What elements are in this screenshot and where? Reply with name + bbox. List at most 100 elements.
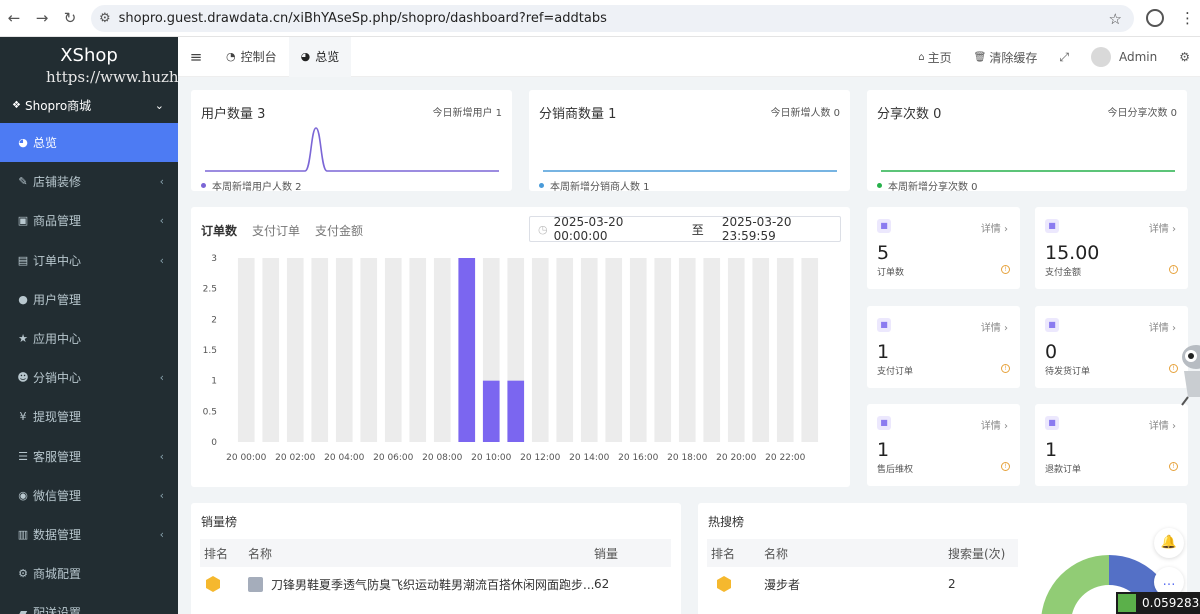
notification-bell-button[interactable]: 🔔 <box>1154 528 1184 558</box>
detail-link[interactable]: 详情 › <box>981 417 1008 432</box>
sidebar-item[interactable]: ▥ 数据管理 ‹ <box>0 515 178 554</box>
home-link[interactable]: ⌂ 主页 <box>918 49 951 66</box>
mini-card-value: 5 <box>877 242 890 264</box>
detail-link[interactable]: 详情 › <box>1149 417 1176 432</box>
bar-background <box>580 258 598 442</box>
sidebar-item-label: 商城配置 <box>33 567 82 582</box>
list-icon: ☰ <box>18 449 28 463</box>
column-header: 排名 <box>711 546 736 561</box>
search-rank-card: 热搜榜 排名 名称 搜索量(次) 漫步者 2 <box>698 503 1187 614</box>
stat-footer-label: 本周新增用户人数 2 <box>212 182 302 193</box>
bar-background <box>629 258 647 442</box>
y-tick-label: 2.5 <box>203 285 217 295</box>
legend-dot <box>539 183 544 188</box>
mini-card-value: 1 <box>1045 439 1058 461</box>
search-rank-title: 热搜榜 <box>708 515 745 529</box>
info-icon[interactable]: ! <box>1001 265 1010 274</box>
browser-profile-icon[interactable] <box>1146 9 1164 27</box>
chevron-left-icon: ‹ <box>159 527 164 541</box>
detail-link[interactable]: 详情 › <box>981 220 1008 235</box>
x-tick-label: 20 00:00 <box>226 453 267 463</box>
sidebar-item-label: 总览 <box>33 136 58 151</box>
sidebar: XShop https://www.huzhan.com/ishop39068 … <box>0 37 178 614</box>
tab-order-count[interactable]: 订单数 <box>201 222 237 239</box>
bar-background <box>654 258 672 442</box>
column-header: 名称 <box>764 546 789 561</box>
address-bar[interactable]: ⚙ shopro.guest.drawdata.cn/xiBhYAseSp.ph… <box>91 5 1134 32</box>
info-icon[interactable]: ! <box>1169 462 1178 471</box>
mini-card-label: 售后维权 <box>877 465 914 475</box>
stat-today: 今日分享次数 0 <box>1107 108 1177 119</box>
chevron-down-icon: ⌄ <box>154 98 164 112</box>
sidebar-item[interactable]: ⚙ 商城配置 <box>0 554 178 593</box>
sidebar-item[interactable]: ✎ 店铺装修 ‹ <box>0 162 178 201</box>
sales-rank-header: 排名 名称 销量 <box>200 539 671 567</box>
table-row[interactable]: 漫步者 2 <box>707 569 1018 599</box>
column-header: 销量 <box>594 546 619 561</box>
tab-overview[interactable]: ◕ 总览 <box>288 36 352 77</box>
sidebar-item[interactable]: ☻ 分销中心 ‹ <box>0 358 178 397</box>
table-row[interactable]: 刀锋男鞋夏季透气防臭飞织运动鞋男潮流百搭休闲网面跑步... 62 <box>200 569 671 599</box>
bar[interactable] <box>507 380 525 442</box>
sidebar-item[interactable]: ☰ 客服管理 ‹ <box>0 437 178 476</box>
x-tick-label: 20 02:00 <box>275 453 316 463</box>
sidebar-item[interactable]: ¥ 提现管理 <box>0 397 178 436</box>
rank-medal-icon <box>206 576 220 592</box>
info-icon[interactable]: ! <box>1001 462 1010 471</box>
fullscreen-button[interactable]: ⤢ <box>1059 50 1069 65</box>
x-tick-label: 20 22:00 <box>765 453 806 463</box>
info-icon[interactable]: ! <box>1001 364 1010 373</box>
tab-paid-orders[interactable]: 支付订单 <box>252 222 300 239</box>
stat-mini-card: ■ 详情 › 5 订单数! <box>867 207 1020 289</box>
shop-selector[interactable]: ❖ Shopro商城 ⌄ <box>0 87 178 123</box>
browser-menu-icon[interactable]: ⋮ <box>1180 9 1195 27</box>
tab-paid-amount[interactable]: 支付金额 <box>315 222 363 239</box>
mini-card-label: 待发货订单 <box>1045 367 1091 377</box>
hamburger-menu-icon[interactable]: ≡ <box>178 48 214 66</box>
tab-console[interactable]: ◔ 控制台 <box>214 37 289 77</box>
forward-icon[interactable]: → <box>28 9 56 27</box>
bar[interactable] <box>458 258 476 442</box>
home-icon: ⌂ <box>918 51 925 63</box>
tab-overview-label: 总览 <box>315 50 340 64</box>
chevron-left-icon: ‹ <box>159 371 164 385</box>
chevron-left-icon: ‹ <box>159 175 164 189</box>
share-sparkline <box>881 170 1175 172</box>
bookmark-star-icon[interactable]: ☆ <box>1109 10 1122 28</box>
sidebar-item[interactable]: ◉ 微信管理 ‹ <box>0 476 178 515</box>
reload-icon[interactable]: ↻ <box>56 9 84 27</box>
product-thumbnail <box>248 576 263 592</box>
detail-link[interactable]: 详情 › <box>1149 319 1176 334</box>
back-icon[interactable]: ← <box>0 9 28 27</box>
users-icon: ☻ <box>17 371 29 385</box>
file-icon: ▤ <box>17 253 29 267</box>
detail-link[interactable]: 详情 › <box>981 319 1008 334</box>
sidebar-item[interactable]: ◕ 总览 <box>0 123 178 163</box>
bar[interactable] <box>482 380 500 442</box>
sidebar-item[interactable]: ▰ 配送设置 <box>0 593 178 614</box>
stat-card-shares: 分享次数 0 今日分享次数 0 本周新增分享次数 0 <box>867 90 1187 193</box>
mini-card-label: 支付金额 <box>1045 268 1082 278</box>
detail-label: 详情 <box>980 323 1001 334</box>
sidebar-item[interactable]: ★ 应用中心 <box>0 319 178 358</box>
y-tick-label: 2 <box>211 315 217 325</box>
date-range-picker[interactable]: ◷ 2025-03-20 00:00:00 至 2025-03-20 23:59… <box>529 215 841 243</box>
sidebar-item[interactable]: ▣ 商品管理 ‹ <box>0 201 178 240</box>
info-icon[interactable]: ! <box>1169 364 1178 373</box>
column-header: 搜索量(次) <box>948 546 1006 561</box>
site-settings-icon[interactable]: ⚙ <box>99 11 111 26</box>
tab-console-label: 控制台 <box>240 50 277 64</box>
detail-link[interactable]: 详情 › <box>1149 220 1176 235</box>
sidebar-item[interactable]: ● 用户管理 <box>0 280 178 319</box>
settings-button[interactable]: ⚙ <box>1179 50 1190 64</box>
sidebar-item[interactable]: ▤ 订单中心 ‹ <box>0 241 178 280</box>
clear-cache-button[interactable]: 🗑 清除缓存 <box>974 49 1038 66</box>
user-menu[interactable]: Admin <box>1090 47 1157 67</box>
x-tick-label: 20 10:00 <box>471 453 512 463</box>
detail-label: 详情 <box>980 421 1001 432</box>
chevron-left-icon: ‹ <box>159 253 164 267</box>
column-header: 排名 <box>204 546 229 561</box>
avatar <box>1090 47 1111 67</box>
info-icon[interactable]: ! <box>1169 265 1178 274</box>
bar-background <box>776 258 794 442</box>
